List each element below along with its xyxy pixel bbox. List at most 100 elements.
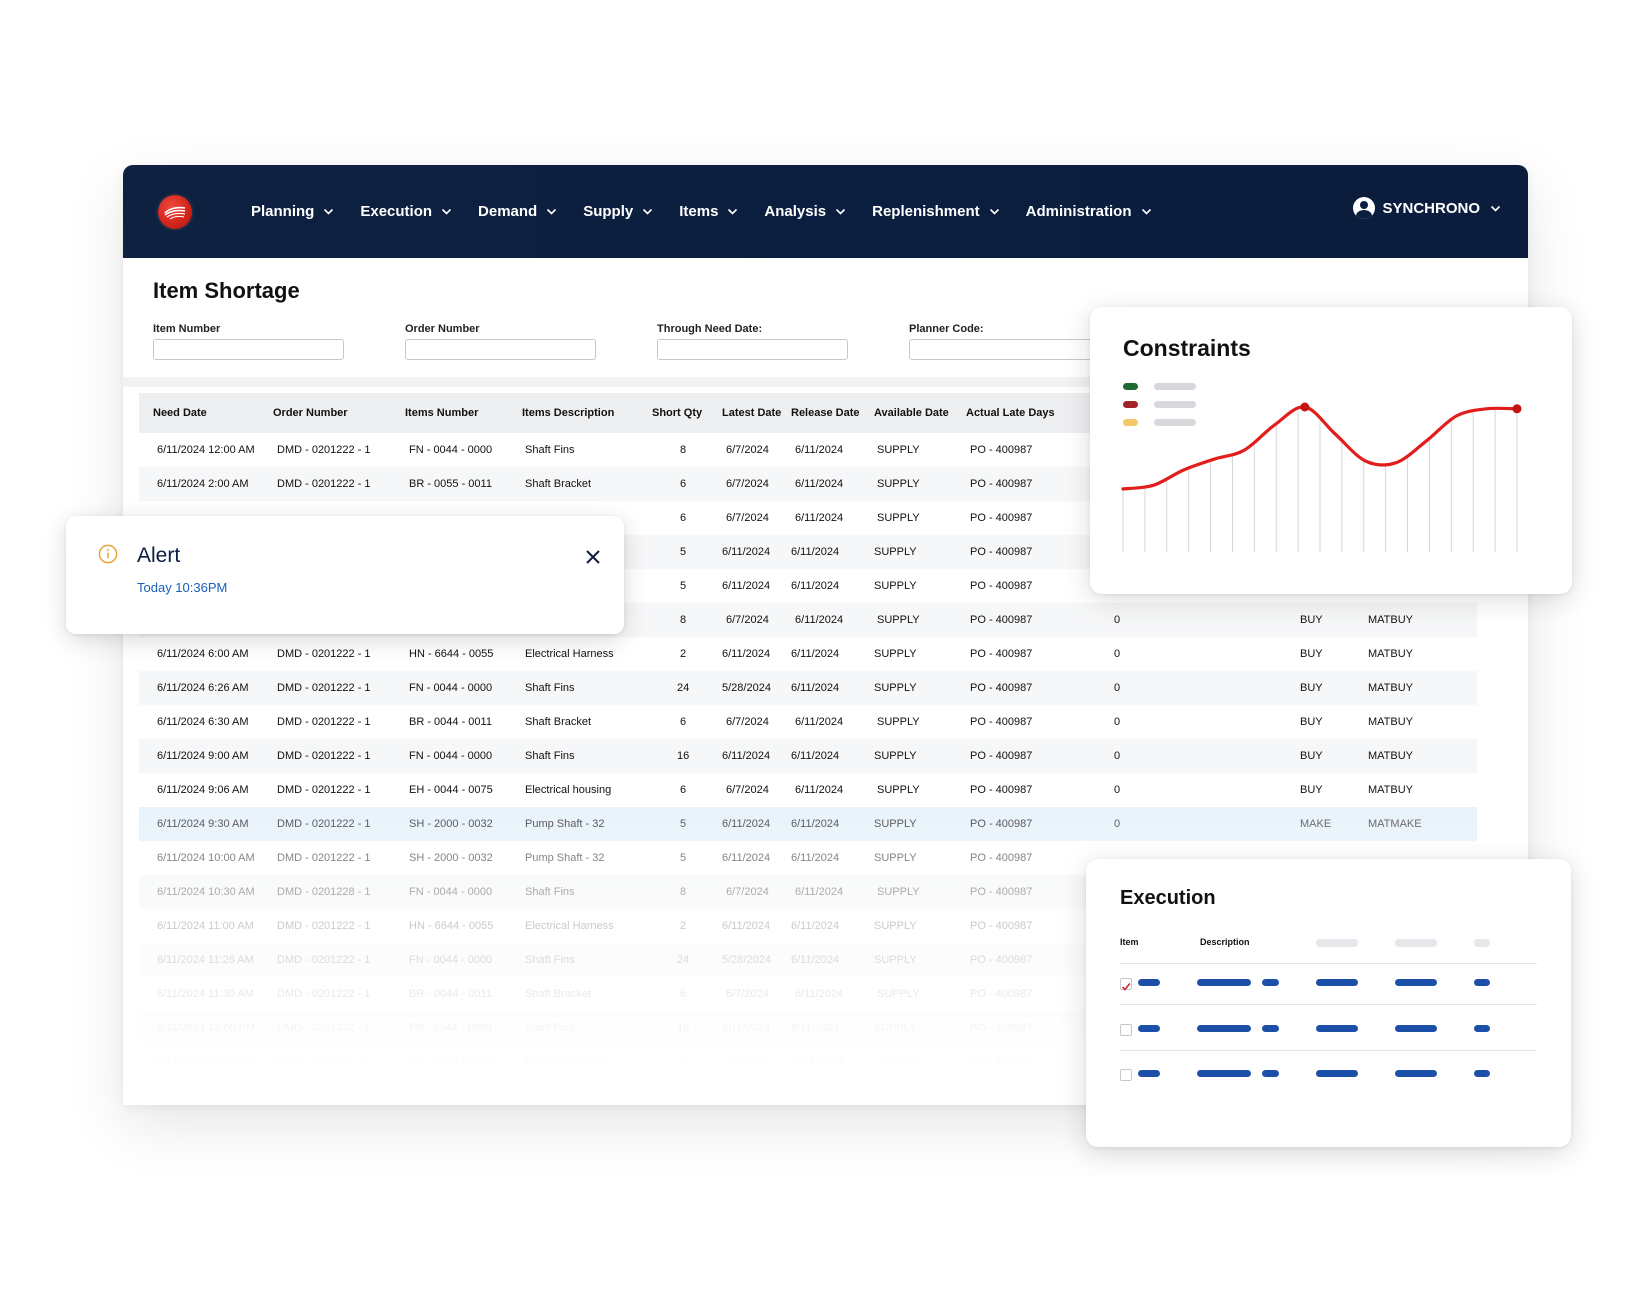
table-row[interactable]: 6/11/2024 6:26 AM DMD - 0201222 - 1 FN - 0… bbox=[139, 671, 1477, 705]
table-cell: 6/11/2024 bbox=[722, 580, 771, 592]
table-cell: PO - 400987 bbox=[970, 614, 1033, 626]
cell-placeholder bbox=[1197, 1025, 1251, 1032]
nav-item-demand[interactable]: Demand bbox=[478, 203, 557, 220]
table-cell: 6/7/2024 bbox=[726, 512, 769, 524]
row-checkbox[interactable] bbox=[1120, 1024, 1132, 1036]
table-cell: DMD - 0201222 - 1 bbox=[277, 716, 371, 728]
user-menu[interactable]: SYNCHRONO bbox=[1353, 197, 1501, 219]
table-cell: MATBUY bbox=[1368, 614, 1414, 626]
table-cell: 5 bbox=[680, 580, 687, 592]
nav-item-administration[interactable]: Administration bbox=[1026, 203, 1152, 220]
table-cell: 6/7/2024 bbox=[726, 614, 769, 626]
cell-placeholder bbox=[1395, 1070, 1437, 1077]
column-header[interactable]: Items Number bbox=[405, 407, 478, 419]
column-header[interactable]: Release Date bbox=[791, 407, 860, 419]
user-avatar-icon bbox=[1353, 197, 1376, 219]
nav-item-label: Supply bbox=[583, 203, 634, 220]
table-cell: BUY bbox=[1300, 716, 1323, 728]
cell-placeholder bbox=[1262, 979, 1279, 986]
cell-placeholder bbox=[1395, 979, 1437, 986]
order-number-input[interactable] bbox=[405, 339, 596, 360]
table-cell: 6/11/2024 bbox=[791, 920, 840, 932]
table-cell: 6/11/2024 bbox=[791, 546, 840, 558]
table-cell: BUY bbox=[1300, 648, 1323, 660]
table-cell: MATBUY bbox=[1368, 716, 1414, 728]
column-header[interactable]: Available Date bbox=[874, 407, 949, 419]
table-cell: 0 bbox=[1114, 784, 1121, 796]
table-cell: 16 bbox=[677, 1022, 690, 1034]
column-header[interactable]: Actual Late Days bbox=[966, 407, 1055, 419]
table-cell: SUPPLY bbox=[874, 954, 917, 966]
table-cell: 16 bbox=[677, 750, 690, 762]
table-row[interactable]: 6/11/2024 9:06 AM DMD - 0201222 - 1 EH - 0… bbox=[139, 773, 1477, 807]
through-need-date-input[interactable] bbox=[657, 339, 848, 360]
table-cell: BR - 0055 - 0011 bbox=[409, 478, 492, 490]
column-header[interactable]: Short Qty bbox=[652, 407, 702, 419]
nav-item-supply[interactable]: Supply bbox=[583, 203, 653, 220]
row-checkbox[interactable] bbox=[1120, 978, 1132, 991]
cell-placeholder bbox=[1138, 1025, 1160, 1032]
table-cell: Shaft Bracket bbox=[525, 988, 592, 1000]
table-row[interactable]: 6/11/2024 9:00 AM DMD - 0201222 - 1 FN - 0… bbox=[139, 739, 1477, 773]
column-header[interactable]: Need Date bbox=[153, 407, 207, 419]
synchrono-logo-icon[interactable] bbox=[158, 195, 192, 229]
table-cell: BUY bbox=[1300, 614, 1323, 626]
table-cell: Shaft Fins bbox=[525, 1022, 575, 1034]
table-cell: 6/11/2024 bbox=[722, 648, 771, 660]
table-cell: PO - 400987 bbox=[970, 852, 1033, 864]
table-cell: PO - 400987 bbox=[970, 750, 1033, 762]
table-cell: PO - 400987 bbox=[970, 988, 1033, 1000]
filter-label: Item Number bbox=[153, 323, 221, 335]
table-cell: 24 bbox=[677, 954, 690, 966]
close-icon[interactable] bbox=[584, 548, 602, 566]
table-cell: 6/11/2024 bbox=[791, 852, 840, 864]
nav-item-label: Items bbox=[679, 203, 719, 220]
column-header[interactable]: Order Number bbox=[273, 407, 348, 419]
table-cell: 6 bbox=[680, 512, 687, 524]
planner-code-input[interactable] bbox=[909, 339, 1100, 360]
table-row[interactable]: 6/11/2024 6:00 AM DMD - 0201222 - 1 HN - 6… bbox=[139, 637, 1477, 671]
table-cell: 6/11/2024 6:30 AM bbox=[157, 716, 249, 728]
nav-item-replenishment[interactable]: Replenishment bbox=[872, 203, 1000, 220]
top-navbar: Planning Execution Demand Supply Items Analys… bbox=[123, 165, 1528, 258]
alert-card: Alert Today 10:36PM bbox=[66, 516, 624, 634]
item-number-input[interactable] bbox=[153, 339, 344, 360]
table-cell: 6/11/2024 bbox=[791, 682, 840, 694]
filter-label: Order Number bbox=[405, 323, 480, 335]
table-row[interactable]: 6/11/2024 9:30 AM DMD - 0201222 - 1 SH - 2… bbox=[139, 807, 1477, 841]
legend-label-placeholder bbox=[1154, 419, 1196, 426]
table-cell: BR - 0044 - 0011 bbox=[409, 988, 492, 1000]
table-cell: 0 bbox=[1114, 818, 1121, 830]
table-cell: DMD - 0201222 - 1 bbox=[277, 954, 371, 966]
table-cell: PO - 400987 bbox=[970, 1022, 1033, 1034]
table-cell: 6/7/2024 bbox=[726, 478, 769, 490]
row-checkbox[interactable] bbox=[1120, 1069, 1132, 1081]
table-cell: DMD - 0201222 - 1 bbox=[277, 478, 371, 490]
cell-placeholder bbox=[1262, 1070, 1279, 1077]
table-row[interactable]: 6/11/2024 6:30 AM DMD - 0201222 - 1 BR - 0… bbox=[139, 705, 1477, 739]
table-cell: 6/11/2024 bbox=[795, 784, 844, 796]
nav-item-analysis[interactable]: Analysis bbox=[764, 203, 846, 220]
chevron-down-icon bbox=[643, 208, 653, 215]
nav-item-label: Demand bbox=[478, 203, 538, 220]
table-cell: DMD - 0201222 - 1 bbox=[277, 988, 371, 1000]
column-header[interactable]: Latest Date bbox=[722, 407, 781, 419]
filter-through-need-date: Through Need Date: bbox=[657, 323, 848, 360]
row-divider bbox=[1120, 1004, 1537, 1005]
table-cell: SUPPLY bbox=[877, 512, 920, 524]
table-cell: 6/11/2024 11:00 AM bbox=[157, 920, 254, 932]
legend-label-placeholder bbox=[1154, 383, 1196, 390]
table-cell: 0 bbox=[1114, 648, 1121, 660]
table-cell: SUPPLY bbox=[874, 648, 917, 660]
nav-item-execution[interactable]: Execution bbox=[360, 203, 452, 220]
table-cell: 2 bbox=[680, 920, 687, 932]
column-header[interactable]: Items Description bbox=[522, 407, 614, 419]
table-cell: 6/11/2024 bbox=[722, 818, 771, 830]
table-cell: SUPPLY bbox=[877, 1056, 920, 1068]
table-cell: Shaft Fins bbox=[525, 886, 575, 898]
column-placeholder bbox=[1474, 939, 1490, 947]
nav-item-items[interactable]: Items bbox=[679, 203, 738, 220]
table-cell: PO - 400987 bbox=[970, 682, 1033, 694]
nav-item-planning[interactable]: Planning bbox=[251, 203, 334, 220]
table-cell: 6/7/2024 bbox=[726, 784, 769, 796]
